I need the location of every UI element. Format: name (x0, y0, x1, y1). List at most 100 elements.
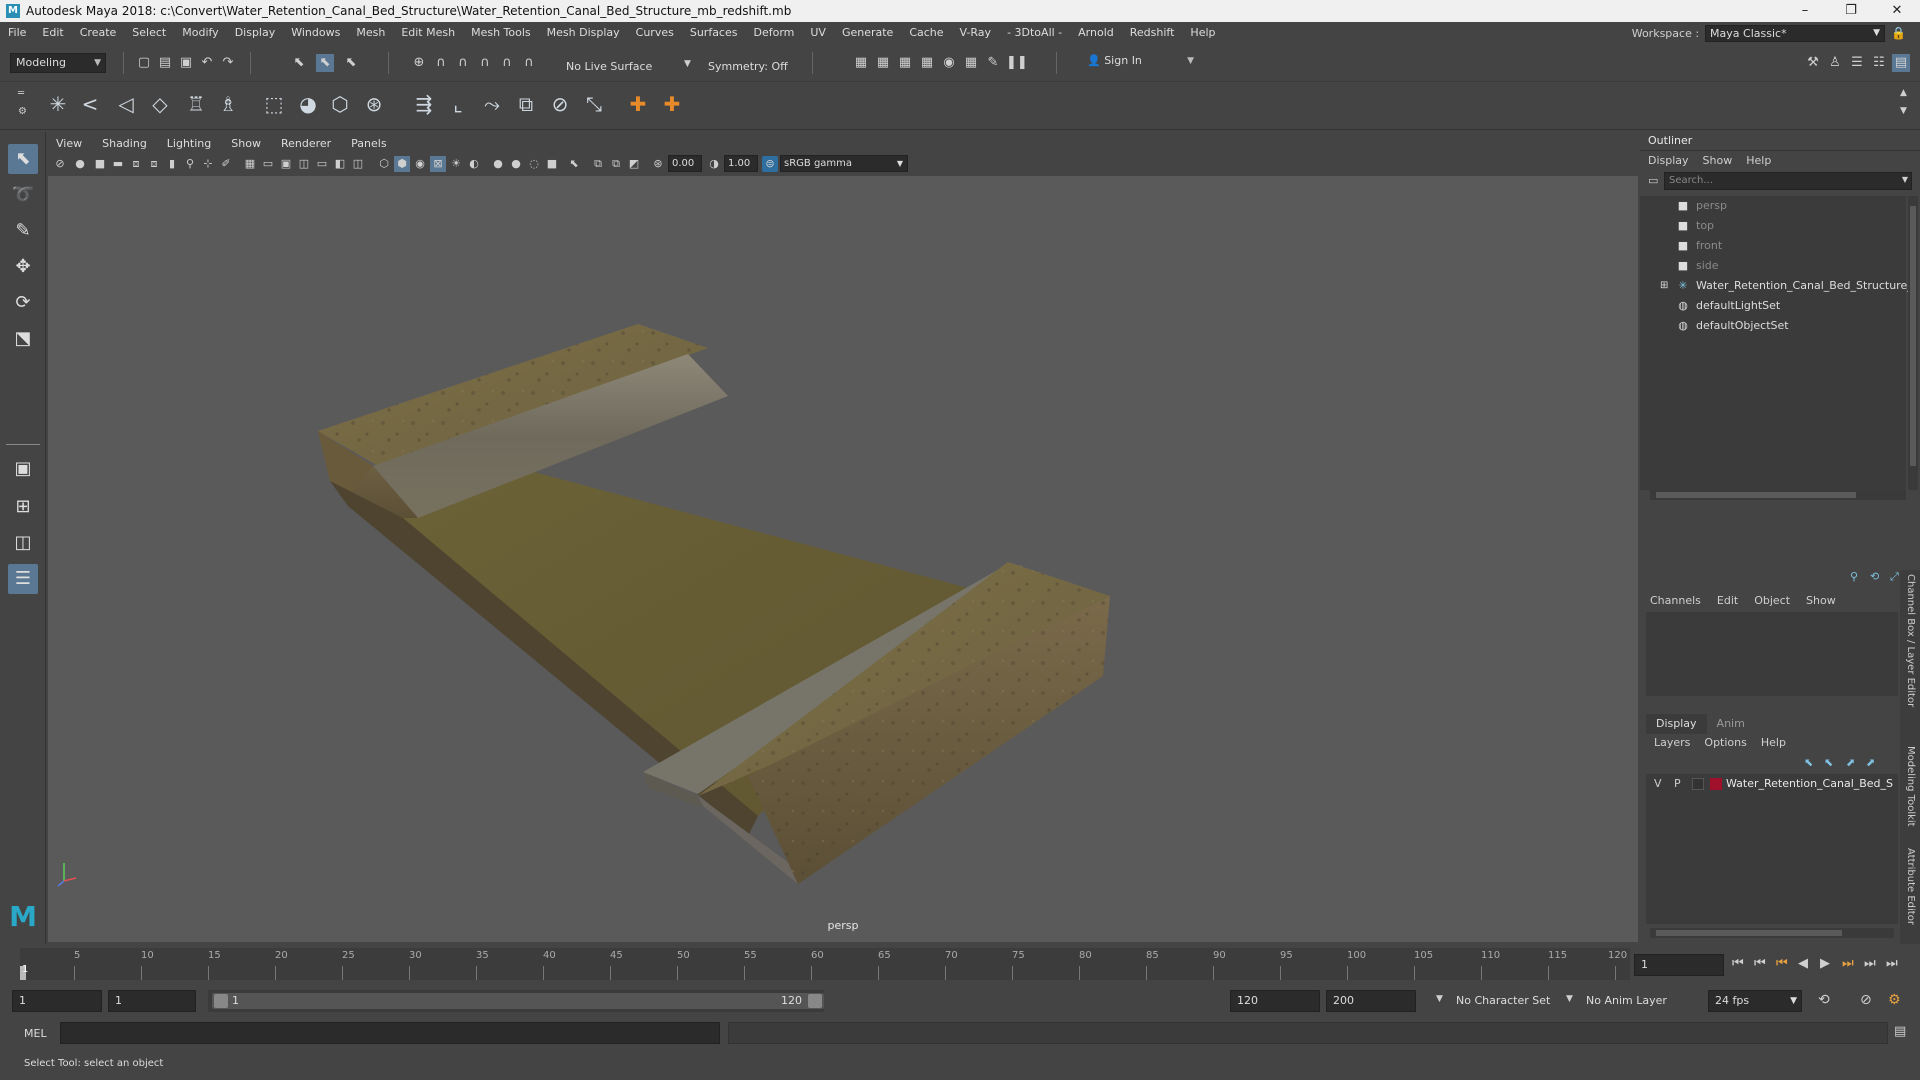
menu-generate[interactable]: Generate (834, 22, 901, 44)
tab-attribute-editor[interactable]: Attribute Editor (1905, 848, 1916, 925)
menu-select[interactable]: Select (124, 22, 174, 44)
select-camera-icon[interactable]: ⬉ (566, 156, 582, 172)
gamma-icon[interactable]: ◑ (706, 156, 722, 172)
menu-modify[interactable]: Modify (174, 22, 226, 44)
menu-cache[interactable]: Cache (901, 22, 951, 44)
layer-horizontal-scrollbar[interactable] (1650, 928, 1894, 938)
channel-box-icon[interactable]: ▤ (1892, 54, 1910, 72)
menu-display[interactable]: Display (227, 22, 284, 44)
tab-modeling-toolkit[interactable]: Modeling Toolkit (1905, 746, 1916, 827)
menu-edit[interactable]: Edit (34, 22, 71, 44)
outliner-menu-help[interactable]: Help (1746, 154, 1771, 167)
cv-curve-icon[interactable]: ◁ (112, 90, 140, 118)
menu-file[interactable]: File (0, 22, 34, 44)
render-settings-icon[interactable]: ▦ (918, 54, 936, 72)
channelbox-menu-show[interactable]: Show (1806, 594, 1836, 607)
render-setup-icon[interactable]: ▦ (962, 54, 980, 72)
frame-all-icon[interactable]: ⧉ (590, 156, 606, 172)
auto-key-icon[interactable]: ⊘ (1860, 992, 1872, 1008)
combine-icon[interactable]: ⧉ (512, 90, 540, 118)
character-set-label[interactable]: No Character Set (1456, 994, 1550, 1007)
chevron-down-icon[interactable]: ▼ (684, 59, 691, 69)
field-chart-icon[interactable]: ⊹ (200, 156, 216, 172)
snap-to-grid-icon[interactable]: ⊕ (410, 54, 428, 72)
four-view-layout-icon[interactable]: ⊞ (8, 492, 38, 522)
layer-type-toggle[interactable] (1692, 778, 1704, 790)
gate-mask-icon[interactable]: ⚲ (182, 156, 198, 172)
isolate-select-icon[interactable]: ⬡ (376, 156, 392, 172)
shelf-settings-icon[interactable]: ⚙ (18, 106, 27, 117)
current-frame-field[interactable]: 1 (1634, 954, 1724, 976)
go-to-start-icon[interactable]: ⏮ (1732, 956, 1744, 971)
select-by-component-icon[interactable]: ⬉ (342, 54, 360, 72)
joint-tool-icon[interactable]: ♖ (182, 90, 210, 118)
loop-icon[interactable]: ⟲ (1818, 992, 1830, 1008)
channelbox-menu-channels[interactable]: Channels (1650, 594, 1701, 607)
chevron-down-icon[interactable]: ▼ (1900, 106, 1907, 116)
outliner-vertical-scrollbar[interactable] (1908, 196, 1918, 490)
channelbox-menu-edit[interactable]: Edit (1717, 594, 1738, 607)
channelbox-menu-object[interactable]: Object (1754, 594, 1790, 607)
go-to-end-icon[interactable]: ⏭ (1886, 956, 1898, 971)
animation-end-field[interactable]: 200 (1326, 990, 1416, 1012)
layer-menu-layers[interactable]: Layers (1654, 736, 1690, 749)
hud-icon[interactable]: ■ (544, 156, 560, 172)
ipr-render-icon[interactable]: ▦ (896, 54, 914, 72)
layer-menu-help[interactable]: Help (1761, 736, 1786, 749)
menu-windows[interactable]: Windows (283, 22, 348, 44)
fps-dropdown[interactable]: 24 fps ▼ (1708, 990, 1802, 1012)
scrollbar-thumb[interactable] (1656, 492, 1856, 498)
menu-surfaces[interactable]: Surfaces (682, 22, 746, 44)
step-forward-key-icon[interactable]: ⏭ (1842, 956, 1854, 971)
outliner-menu-show[interactable]: Show (1703, 154, 1733, 167)
scale-tool-icon[interactable]: ⬔ (8, 324, 38, 354)
use-default-lighting-icon[interactable]: ☀ (448, 156, 464, 172)
menu-vray[interactable]: V-Ray (952, 22, 1000, 44)
open-scene-icon[interactable]: ▤ (156, 54, 174, 72)
expand-icon[interactable]: ⊞ (1660, 276, 1668, 296)
menu-curves[interactable]: Curves (628, 22, 682, 44)
modeling-toolkit-icon[interactable]: ⚒ (1804, 54, 1822, 72)
select-by-object-icon[interactable]: ⬉ (316, 54, 334, 72)
menu-deform[interactable]: Deform (745, 22, 802, 44)
ep-curve-icon[interactable]: < (76, 90, 104, 118)
live-surface-label[interactable]: No Live Surface (566, 60, 652, 73)
viewport-menu-shading[interactable]: Shading (92, 134, 157, 154)
snap-to-surface-icon[interactable]: ∩ (498, 54, 516, 72)
expand-icon[interactable]: ⤢ (1890, 570, 1899, 584)
poly-sphere-icon[interactable]: ◕ (294, 90, 322, 118)
perspective-viewport[interactable]: persp (48, 176, 1638, 942)
step-back-frame-icon[interactable]: ⏮ (1754, 956, 1766, 971)
menu-mesh-tools[interactable]: Mesh Tools (463, 22, 539, 44)
animation-start-field[interactable]: 1 (12, 990, 102, 1012)
pause-icon[interactable]: ❚❚ (1006, 54, 1028, 72)
mode-dropdown[interactable]: Modeling ▼ (10, 53, 106, 73)
chevron-down-icon[interactable]: ▼ (1566, 994, 1573, 1004)
new-scene-icon[interactable]: ▢ (135, 54, 153, 72)
layer-row[interactable]: V P Water_Retention_Canal_Bed_S (1646, 774, 1898, 794)
motion-blur-icon[interactable]: ◐ (466, 156, 482, 172)
color-space-dropdown[interactable]: sRGB gamma ▼ (780, 155, 908, 172)
tab-display[interactable]: Display (1646, 714, 1707, 734)
camera-lock-icon[interactable]: ● (72, 156, 88, 172)
outliner-item[interactable]: ■ top (1640, 216, 1920, 236)
bridge-icon[interactable]: ⤳ (478, 90, 506, 118)
save-scene-icon[interactable]: ▣ (177, 54, 195, 72)
film-gate-icon[interactable]: ⧈ (146, 156, 162, 172)
playback-start-field[interactable]: 1 (108, 990, 196, 1012)
script-editor-icon[interactable]: ▤ (1894, 1024, 1906, 1039)
bookmark-icon[interactable]: ■ (92, 156, 108, 172)
new-layer-icon[interactable]: ⬈ (1846, 756, 1855, 769)
tool-settings-icon[interactable]: ☷ (1870, 54, 1888, 72)
delete-helper-icon[interactable]: ✚ (658, 90, 686, 118)
script-language-button[interactable]: MEL (24, 1027, 47, 1040)
lasso-tool-icon[interactable]: ➰ (8, 180, 38, 210)
lights-icon[interactable]: ▭ (314, 156, 330, 172)
wireframe-icon[interactable]: ▦ (242, 156, 258, 172)
layer-menu-options[interactable]: Options (1704, 736, 1746, 749)
attribute-editor-icon[interactable]: ☰ (1848, 54, 1866, 72)
scrollbar-thumb[interactable] (1656, 930, 1842, 936)
rotate-tool-icon[interactable]: ⟳ (8, 288, 38, 318)
frame-selected-icon[interactable]: ⧉ (608, 156, 624, 172)
outliner-item[interactable]: ■ persp (1640, 196, 1920, 216)
